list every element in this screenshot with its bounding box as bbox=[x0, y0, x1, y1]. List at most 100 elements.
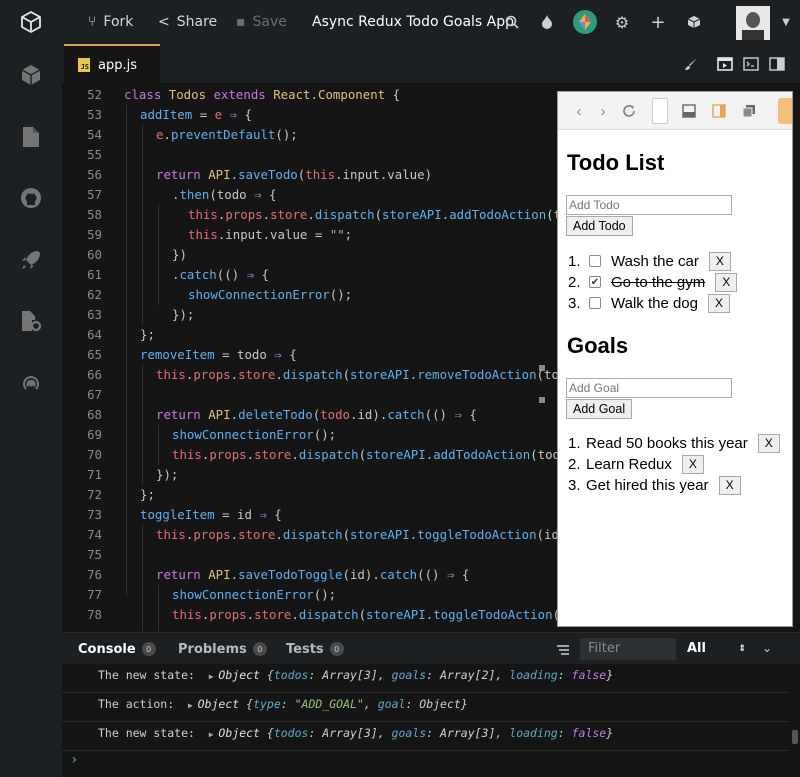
add-todo-input[interactable]: Add Todo bbox=[566, 195, 732, 215]
browser-preview-icon[interactable] bbox=[716, 55, 734, 73]
forward-arrow-icon[interactable]: › bbox=[594, 102, 612, 120]
code-text: this.props.store.dispatch(storeAPI.toggl… bbox=[172, 607, 560, 622]
address-bar[interactable] bbox=[652, 98, 668, 124]
cube-icon[interactable] bbox=[684, 12, 704, 32]
refresh-icon[interactable] bbox=[620, 102, 638, 120]
remove-goal-button[interactable]: X bbox=[681, 454, 704, 474]
browser-preview: ‹ › Todo List Add Todo Add Todo Goals Ad… bbox=[557, 91, 793, 627]
remove-todo-button[interactable]: X bbox=[715, 272, 738, 292]
user-avatar[interactable] bbox=[736, 6, 770, 40]
code-text: }); bbox=[156, 467, 179, 482]
save-icon: ▪ bbox=[236, 14, 246, 30]
line-number: 52 bbox=[87, 87, 102, 102]
console-output: › The new state: ▶ Object {todos: Array[… bbox=[62, 664, 800, 777]
server-settings-icon[interactable] bbox=[18, 308, 44, 334]
todo-item: 1. Wash the car X bbox=[568, 250, 731, 272]
sandbox-info-icon[interactable] bbox=[18, 62, 44, 88]
code-text: return API.saveTodo(this.input.value) bbox=[156, 167, 433, 182]
share-button[interactable]: < Share bbox=[148, 0, 227, 44]
code-text: return API.saveTodoToggle(id).catch(() ⇒… bbox=[156, 567, 470, 582]
console-scrollbar[interactable] bbox=[792, 730, 798, 744]
console-log-entry[interactable]: The new state: ▶ Object {todos: Array[3]… bbox=[62, 664, 788, 693]
expand-triangle-icon[interactable]: ▶ bbox=[188, 701, 198, 710]
remove-goal-button[interactable]: X bbox=[718, 475, 741, 495]
code-text: showConnectionError(); bbox=[172, 587, 337, 602]
codesandbox-logo-icon[interactable] bbox=[0, 0, 62, 44]
line-number: 58 bbox=[87, 207, 102, 222]
search-icon[interactable] bbox=[502, 12, 522, 32]
deploy-rocket-icon[interactable] bbox=[18, 247, 44, 273]
expand-triangle-icon[interactable]: ▶ bbox=[209, 672, 219, 681]
tab-console[interactable]: Console 0 bbox=[78, 633, 156, 665]
todo-text[interactable]: Go to the gym bbox=[611, 274, 705, 291]
line-number: 68 bbox=[87, 407, 102, 422]
line-number: 61 bbox=[87, 267, 102, 282]
indent-guide bbox=[142, 365, 143, 485]
split-handle-marker[interactable] bbox=[539, 397, 545, 403]
remove-todo-button[interactable]: X bbox=[708, 251, 731, 271]
save-button[interactable]: ▪ Save bbox=[226, 0, 297, 44]
log-level-select[interactable]: All ⇕ bbox=[682, 638, 754, 660]
live-share-icon[interactable] bbox=[18, 370, 44, 396]
flame-icon[interactable] bbox=[537, 12, 557, 32]
goal-number: 2. bbox=[568, 455, 581, 473]
code-text: }; bbox=[140, 327, 155, 342]
github-icon[interactable] bbox=[18, 185, 44, 211]
javascript-file-icon: JS bbox=[78, 58, 90, 72]
fork-button[interactable]: ⑂ Fork bbox=[78, 0, 143, 44]
code-text: this.input.value = ""; bbox=[188, 227, 353, 242]
add-goal-input[interactable]: Add Goal bbox=[566, 378, 732, 398]
expand-triangle-icon[interactable]: ▶ bbox=[209, 730, 219, 739]
todo-checkbox[interactable]: ✔ bbox=[589, 276, 601, 288]
preview-menu-button[interactable] bbox=[778, 98, 792, 124]
code-text: }) bbox=[172, 247, 187, 262]
todo-checkbox[interactable] bbox=[589, 297, 601, 309]
file-explorer-icon[interactable] bbox=[18, 124, 44, 150]
todo-item: 2. ✔ Go to the gym X bbox=[568, 271, 738, 293]
terminal-icon[interactable] bbox=[742, 55, 760, 73]
back-arrow-icon[interactable]: ‹ bbox=[570, 102, 588, 120]
goal-text: Learn Redux bbox=[586, 455, 672, 473]
sandbox-title[interactable]: Async Redux Todo Goals App bbox=[312, 0, 514, 44]
remove-goal-button[interactable]: X bbox=[757, 433, 780, 453]
console-filter-input[interactable]: Filter bbox=[580, 638, 676, 660]
share-icon: < bbox=[158, 14, 170, 30]
save-label: Save bbox=[252, 14, 287, 30]
clear-console-icon[interactable] bbox=[556, 642, 570, 656]
plus-icon[interactable]: + bbox=[648, 12, 668, 33]
chevron-down-icon[interactable]: ▼ bbox=[776, 12, 796, 32]
todo-text[interactable]: Walk the dog bbox=[611, 295, 698, 312]
collapse-chevron-icon[interactable]: ⌄ bbox=[762, 641, 776, 655]
tab-label: app.js bbox=[98, 57, 137, 73]
split-view-icon[interactable] bbox=[768, 55, 786, 73]
fork-label: Fork bbox=[103, 14, 134, 30]
todo-checkbox[interactable] bbox=[589, 255, 601, 267]
activity-rail bbox=[0, 44, 62, 777]
todo-text[interactable]: Wash the car bbox=[611, 253, 699, 270]
console-log-entry[interactable]: The new state: ▶ Object {todos: Array[3]… bbox=[62, 722, 788, 751]
tab-app-js[interactable]: JS app.js bbox=[64, 44, 160, 84]
remove-todo-button[interactable]: X bbox=[708, 293, 731, 313]
console-count-badge: 0 bbox=[141, 642, 156, 656]
console-prompt-icon[interactable]: › bbox=[70, 752, 78, 768]
tab-problems[interactable]: Problems 0 bbox=[178, 633, 267, 665]
prettify-brush-icon[interactable] bbox=[682, 55, 700, 73]
line-number: 78 bbox=[87, 607, 102, 622]
add-goal-button[interactable]: Add Goal bbox=[566, 399, 633, 419]
line-number: 64 bbox=[87, 327, 102, 342]
add-todo-button[interactable]: Add Todo bbox=[566, 216, 633, 236]
console-log-entry[interactable]: The action: ▶ Object {type: "ADD_GOAL", … bbox=[62, 693, 788, 722]
gear-icon[interactable]: ⚙ bbox=[612, 12, 632, 32]
tab-tests[interactable]: Tests 0 bbox=[286, 633, 344, 665]
line-number: 59 bbox=[87, 227, 102, 242]
code-text: .then(todo ⇒ { bbox=[172, 187, 277, 202]
popout-window-icon[interactable] bbox=[740, 102, 758, 120]
indent-guide bbox=[142, 125, 143, 325]
code-text: class Todos extends React.Component { bbox=[124, 87, 401, 102]
dock-right-icon[interactable] bbox=[710, 102, 728, 120]
extension-avatar-icon[interactable] bbox=[573, 10, 597, 34]
line-number: 75 bbox=[87, 547, 102, 562]
code-text: addItem = e ⇒ { bbox=[140, 107, 252, 122]
dock-bottom-icon[interactable] bbox=[680, 102, 698, 120]
code-text: e.preventDefault(); bbox=[156, 127, 298, 142]
